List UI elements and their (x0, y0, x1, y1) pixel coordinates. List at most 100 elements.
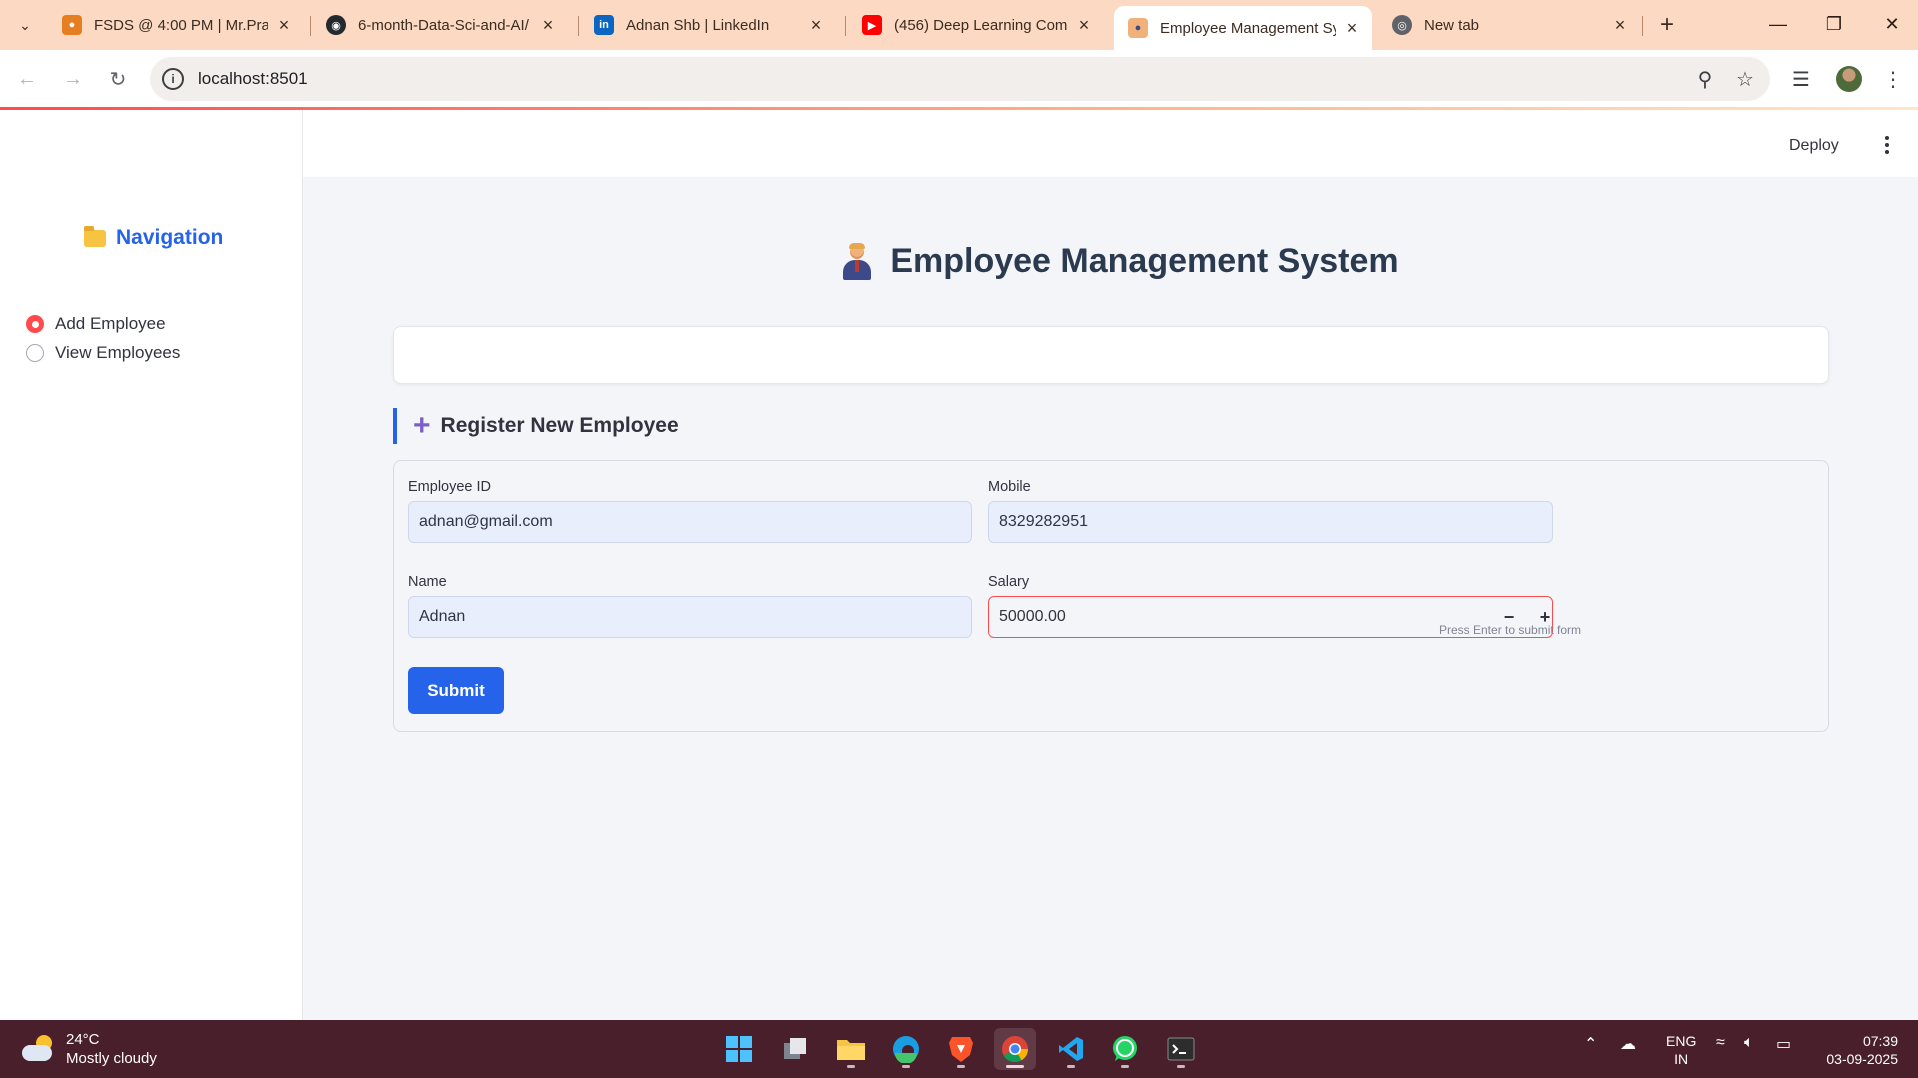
new-tab-plus-icon[interactable]: + (1652, 10, 1682, 40)
media-playlist-icon[interactable]: ☰ (1786, 64, 1816, 94)
businessman-icon (842, 242, 872, 280)
back-arrow-icon[interactable]: ← (12, 64, 42, 94)
minimize-icon[interactable]: — (1758, 8, 1798, 40)
terminal-icon[interactable] (1160, 1028, 1202, 1070)
cloudy-weather-icon (20, 1035, 56, 1063)
system-clock[interactable]: 07:39 03-09-2025 (1818, 1032, 1898, 1068)
brave-browser-icon[interactable] (940, 1028, 982, 1070)
name-input[interactable]: Adnan (408, 596, 972, 638)
close-tab-icon[interactable]: × (806, 15, 826, 36)
deploy-button[interactable]: Deploy (1789, 137, 1839, 155)
page-title: Employee Management System (313, 242, 1918, 281)
empty-container (393, 326, 1829, 384)
tab-label: 6-month-Data-Sci-and-AI/ (358, 16, 529, 34)
employee-id-input[interactable]: adnan@gmail.com (408, 501, 972, 543)
zoom-magnifier-icon[interactable]: ⚲ (1690, 64, 1720, 94)
salary-value[interactable]: 50000.00 (999, 608, 1066, 626)
section-header: + Register New Employee (393, 408, 679, 444)
site-info-icon[interactable]: i (162, 68, 184, 90)
browser-tab-youtube[interactable]: ▶ (456) Deep Learning Comp × (848, 6, 1104, 44)
salary-number-input[interactable]: 50000.00 Press Enter to submit form − + (988, 596, 1581, 638)
whatsapp-icon[interactable] (1104, 1028, 1146, 1070)
close-tab-icon[interactable]: × (274, 15, 294, 36)
region-code: IN (1674, 1051, 1689, 1067)
language-indicator[interactable]: ENG IN (1666, 1032, 1696, 1068)
app-header: Deploy (303, 110, 1918, 177)
radio-unselected-icon[interactable] (26, 344, 44, 362)
windows-taskbar: 24°C Mostly cloudy ⌃ ☁ ENG IN ≈ 🔈︎ ▭ 07:… (0, 1020, 1918, 1078)
url-text[interactable]: localhost:8501 (198, 69, 1690, 89)
tab-label: New tab (1424, 16, 1480, 34)
browser-tab-github[interactable]: ◉ 6-month-Data-Sci-and-AI/ × (312, 6, 568, 44)
linkedin-icon: in (594, 15, 614, 35)
weather-widget[interactable]: 24°C Mostly cloudy (20, 1030, 157, 1068)
submit-button[interactable]: Submit (408, 667, 504, 714)
radio-option-view-employees[interactable]: View Employees (26, 343, 180, 363)
browser-tab-employee-management[interactable]: ● Employee Management Sy × (1114, 6, 1372, 50)
github-icon: ◉ (326, 15, 346, 35)
radio-label: View Employees (55, 343, 181, 362)
mobile-input[interactable]: 8329282951 (988, 501, 1553, 543)
page-title-text: Employee Management System (890, 242, 1399, 280)
salary-label: Salary (988, 574, 1030, 590)
file-explorer-icon[interactable] (830, 1028, 872, 1070)
browser-tab-fsds[interactable]: ● FSDS @ 4:00 PM | Mr.Prakash × (48, 6, 304, 44)
radio-option-add-employee[interactable]: Add Employee (26, 314, 166, 334)
tab-separator (1642, 16, 1643, 36)
close-tab-icon[interactable]: × (538, 15, 558, 36)
forward-arrow-icon[interactable]: → (58, 64, 88, 94)
section-title-text: Register New Employee (440, 414, 679, 437)
restore-icon[interactable]: ❐ (1814, 8, 1854, 40)
person-icon: ● (1128, 18, 1148, 38)
tab-search-chevron-icon[interactable]: ⌄ (12, 12, 38, 38)
tab-label: Adnan Shb | LinkedIn (626, 16, 770, 34)
volume-icon[interactable]: 🔈︎ (1744, 1034, 1754, 1052)
radio-label: Add Employee (55, 314, 166, 333)
address-bar[interactable]: i localhost:8501 ⚲ ☆ (150, 57, 1770, 101)
vscode-icon[interactable] (1050, 1028, 1092, 1070)
plus-icon: + (413, 409, 431, 442)
wifi-icon[interactable]: ≈ (1716, 1034, 1725, 1052)
tab-label: FSDS @ 4:00 PM | Mr.Prakash (94, 16, 268, 34)
person-icon: ● (62, 15, 82, 35)
salary-decrement-button[interactable]: − (1497, 605, 1521, 629)
battery-icon[interactable]: ▭ (1776, 1034, 1791, 1054)
close-tab-icon[interactable]: × (1610, 15, 1630, 36)
mobile-label: Mobile (988, 479, 1031, 495)
show-hidden-icons-chevron-icon[interactable]: ⌃ (1584, 1034, 1597, 1054)
browser-toolbar: ← → ↻ i localhost:8501 ⚲ ☆ ☰ ⋮ (0, 50, 1918, 108)
main-content: Deploy Employee Management System + Regi… (303, 110, 1918, 1020)
browser-tab-new-tab[interactable]: ◎ New tab × (1378, 6, 1640, 44)
tab-separator (310, 16, 311, 36)
chrome-icon: ◎ (1392, 15, 1412, 35)
sidebar-title-text: Navigation (116, 226, 224, 249)
close-tab-icon[interactable]: × (1342, 18, 1362, 39)
language-code: ENG (1666, 1033, 1697, 1049)
bookmark-star-icon[interactable]: ☆ (1730, 64, 1760, 94)
edge-browser-icon[interactable] (885, 1028, 927, 1070)
radio-selected-icon[interactable] (26, 315, 44, 333)
browser-menu-kebab-icon[interactable]: ⋮ (1878, 64, 1908, 94)
weather-temperature: 24°C (66, 1031, 100, 1048)
employee-id-label: Employee ID (408, 479, 492, 495)
task-view-icon[interactable] (774, 1028, 816, 1070)
folder-icon (84, 225, 106, 247)
profile-avatar[interactable] (1836, 66, 1862, 92)
chrome-browser-icon[interactable] (994, 1028, 1036, 1070)
browser-tab-linkedin[interactable]: in Adnan Shb | LinkedIn × (580, 6, 836, 44)
close-window-icon[interactable]: ✕ (1872, 8, 1912, 40)
youtube-icon: ▶ (862, 15, 882, 35)
clock-date: 03-09-2025 (1826, 1051, 1898, 1067)
tab-separator (578, 16, 579, 36)
reload-icon[interactable]: ↻ (103, 64, 133, 94)
name-label: Name (408, 574, 447, 590)
salary-increment-button[interactable]: + (1533, 605, 1557, 629)
browser-tab-strip: ⌄ ● FSDS @ 4:00 PM | Mr.Prakash × ◉ 6-mo… (0, 0, 1918, 50)
tab-label: Employee Management Sy (1160, 19, 1336, 37)
app-menu-kebab-icon[interactable] (1877, 132, 1897, 158)
windows-start-icon[interactable] (718, 1028, 760, 1070)
close-tab-icon[interactable]: × (1074, 15, 1094, 36)
sidebar-title: Navigation (84, 225, 224, 250)
onedrive-cloud-icon[interactable]: ☁ (1620, 1034, 1636, 1054)
clock-time: 07:39 (1862, 1033, 1898, 1049)
